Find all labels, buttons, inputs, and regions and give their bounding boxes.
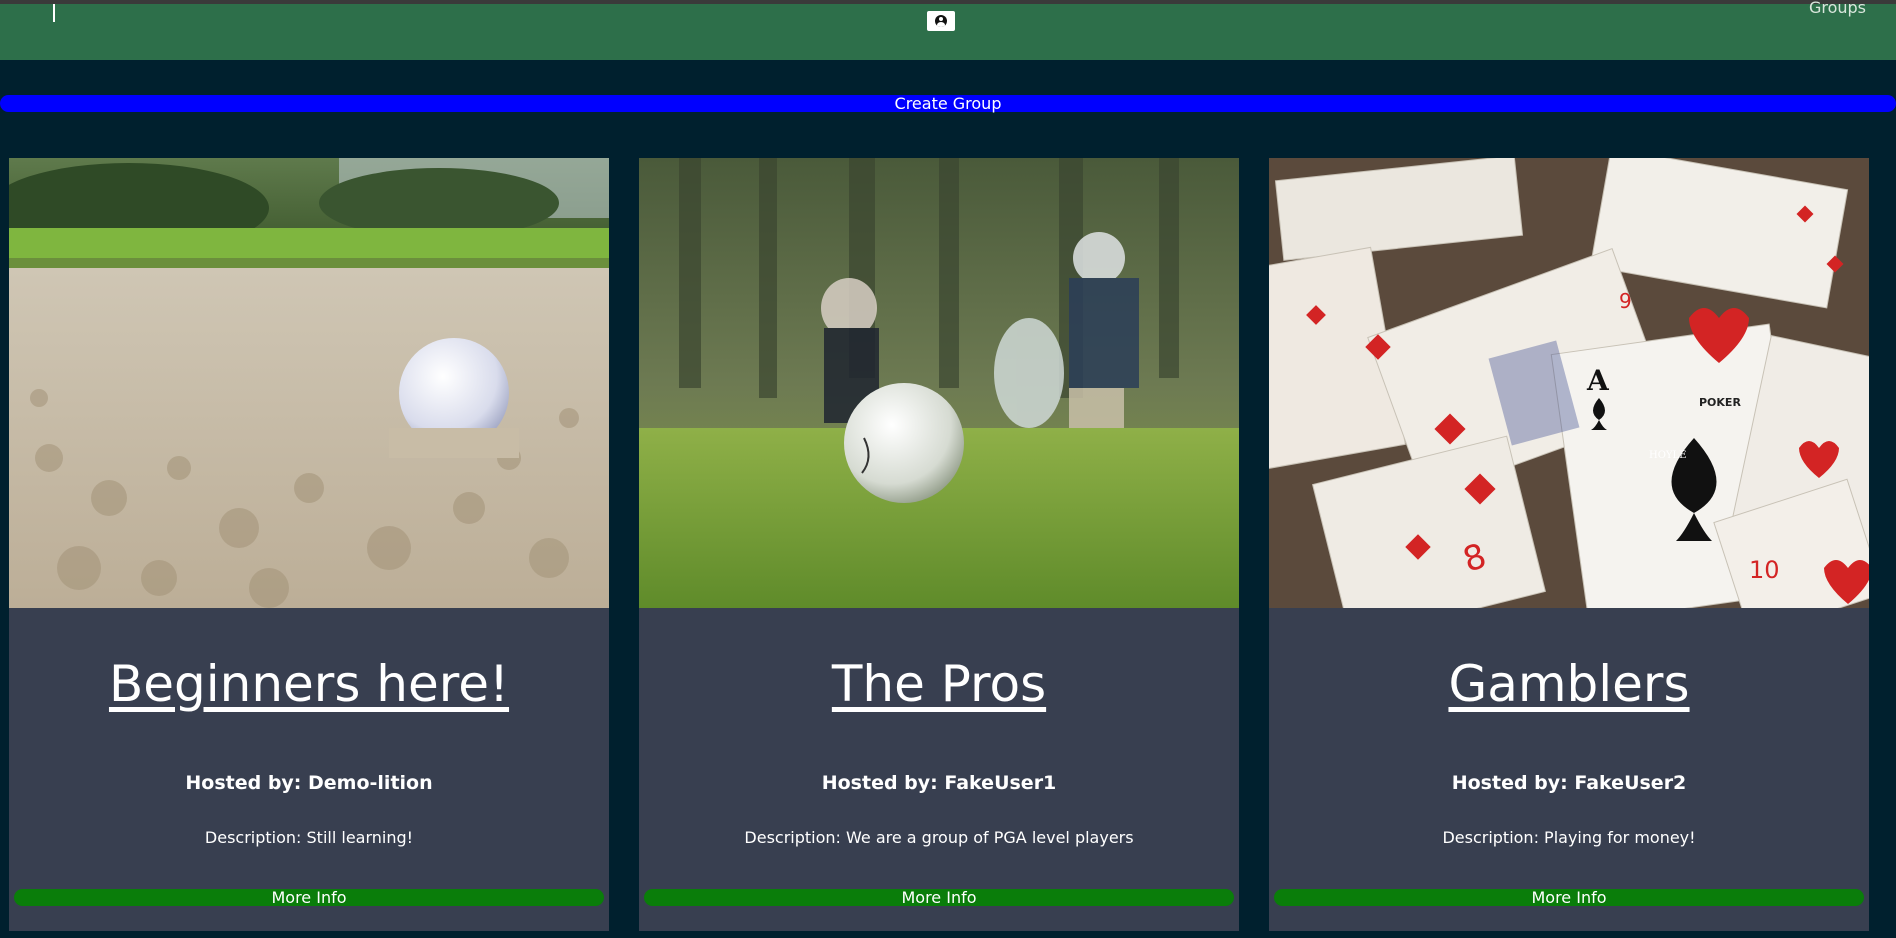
group-title-link[interactable]: Beginners here! xyxy=(9,655,609,713)
svg-text:9: 9 xyxy=(1619,289,1632,313)
top-navbar: Groups xyxy=(0,0,1896,60)
group-card: A POKER HOYLE 8 10 9 Gamblers Hosted by:… xyxy=(1269,158,1869,931)
group-description: Description: We are a group of PGA level… xyxy=(744,828,1134,847)
group-card: The Pros Hosted by: FakeUser1 Descriptio… xyxy=(639,158,1239,931)
more-info-button[interactable]: More Info xyxy=(644,889,1234,906)
create-group-button[interactable]: Create Group xyxy=(0,95,1896,112)
svg-text:A: A xyxy=(1586,364,1610,397)
svg-text:10: 10 xyxy=(1749,556,1780,584)
group-card-list: Beginners here! Hosted by: Demo-lition D… xyxy=(0,158,1896,931)
group-host: Hosted by: FakeUser2 xyxy=(1451,772,1687,794)
golf-ball-in-sand-photo xyxy=(9,158,609,608)
group-card: Beginners here! Hosted by: Demo-lition D… xyxy=(9,158,609,931)
user-circle-icon xyxy=(935,15,947,27)
profile-button[interactable] xyxy=(927,11,955,31)
more-info-button[interactable]: More Info xyxy=(1274,889,1864,906)
group-image-golf-ball-in-sand xyxy=(9,158,609,608)
group-host: Hosted by: Demo-lition xyxy=(185,772,433,794)
group-title-link[interactable]: The Pros xyxy=(639,655,1239,713)
svg-text:HOYLE: HOYLE xyxy=(1649,450,1686,461)
group-title-link[interactable]: Gamblers xyxy=(1269,655,1869,713)
nav-groups-link[interactable]: Groups xyxy=(1809,0,1866,17)
svg-text:POKER: POKER xyxy=(1699,396,1741,409)
group-host: Hosted by: FakeUser1 xyxy=(821,772,1057,794)
golf-ball-on-grass-photo xyxy=(639,158,1239,608)
nav-logo[interactable] xyxy=(53,4,55,22)
group-description: Description: Still learning! xyxy=(204,828,414,847)
group-image-golf-ball-on-grass xyxy=(639,158,1239,608)
group-description: Description: Playing for money! xyxy=(1442,828,1696,847)
more-info-button[interactable]: More Info xyxy=(14,889,604,906)
playing-cards-photo: A POKER HOYLE 8 10 9 xyxy=(1269,158,1869,608)
group-image-playing-cards: A POKER HOYLE 8 10 9 xyxy=(1269,158,1869,608)
